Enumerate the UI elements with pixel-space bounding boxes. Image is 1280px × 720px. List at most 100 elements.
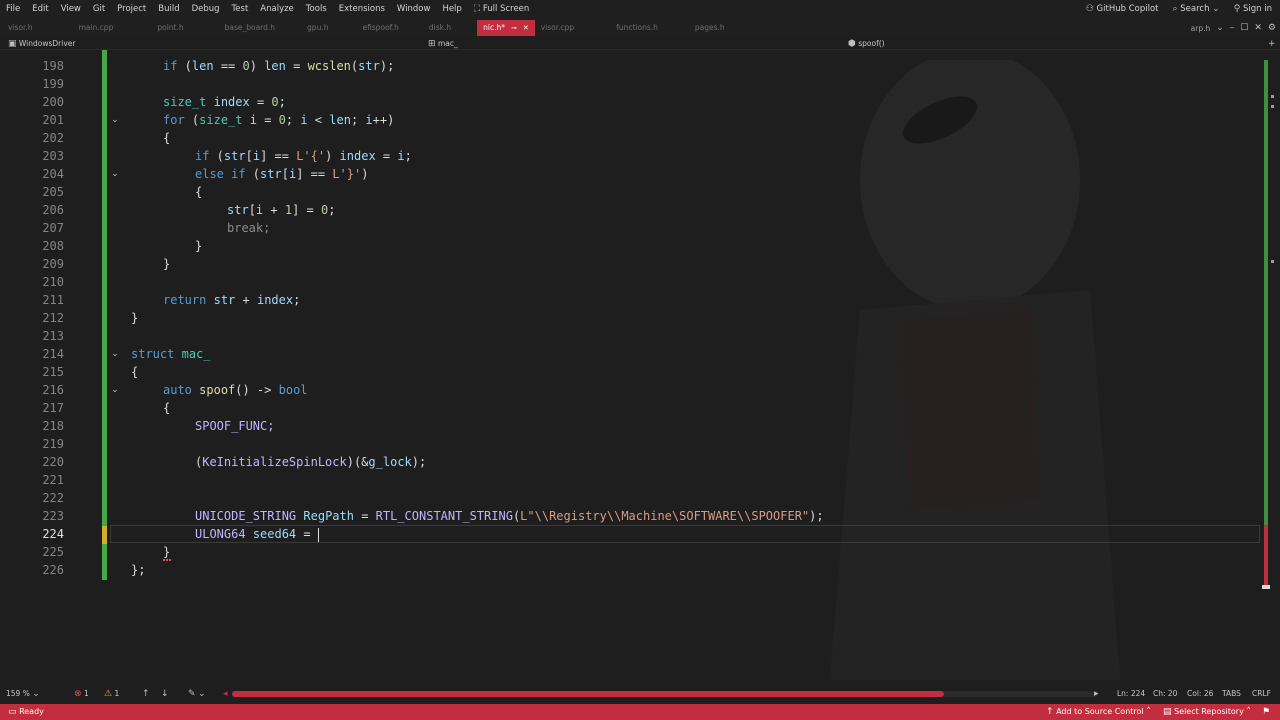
signin-button[interactable]: ⚲ Sign in bbox=[1234, 4, 1272, 14]
minimize-icon[interactable]: – bbox=[1230, 23, 1235, 33]
scrollbar-thumb[interactable] bbox=[1262, 585, 1270, 589]
fold-icon[interactable]: ⌄ bbox=[110, 111, 120, 129]
settings-icon[interactable]: ⚙ bbox=[1268, 23, 1276, 33]
tab-nic-h[interactable]: nic.h* ⊸ ✕ bbox=[477, 20, 535, 36]
menu-window[interactable]: Window bbox=[391, 0, 437, 18]
pin-icon[interactable]: ⊸ bbox=[511, 24, 517, 32]
line-number: 216 bbox=[42, 383, 64, 397]
code-line-205: { bbox=[195, 185, 203, 199]
scope-dropdown[interactable]: ⊞ mac_ bbox=[428, 37, 458, 51]
down-arrow-icon: ↓ bbox=[161, 689, 169, 699]
token: SPOOF_FUNC; bbox=[195, 419, 275, 433]
menubar-right: ⚇ GitHub Copilot ⌕ Search ⌄ ⚲ Sign in bbox=[1086, 0, 1272, 18]
scroll-left-button[interactable]: ◂ bbox=[223, 686, 228, 702]
up-arrow-icon: ↑ bbox=[1046, 707, 1054, 717]
project-label: WindowsDriver bbox=[18, 39, 76, 48]
fold-icon[interactable]: ⌄ bbox=[110, 165, 120, 183]
line-ending[interactable]: CRLF bbox=[1252, 686, 1271, 702]
line-indicator[interactable]: Ln: 224 bbox=[1117, 686, 1145, 702]
add-to-source-control-button[interactable]: ↑ Add to Source Control ˄ bbox=[1046, 704, 1151, 720]
signin-label: Sign in bbox=[1243, 4, 1272, 14]
menu-git[interactable]: Git bbox=[87, 0, 111, 18]
menu-edit[interactable]: Edit bbox=[26, 0, 54, 18]
fullscreen-button[interactable]: ⛶ Full Screen bbox=[468, 0, 535, 18]
chevron-down-icon[interactable]: ⌄ bbox=[1216, 23, 1224, 33]
zoom-dropdown[interactable]: 159 % ⌄ bbox=[6, 686, 40, 702]
close-icon[interactable]: ✕ bbox=[1254, 23, 1262, 33]
select-repository-button[interactable]: ▤ Select Repository ˄ bbox=[1163, 704, 1251, 720]
menu-analyze[interactable]: Analyze bbox=[254, 0, 300, 18]
tab-point-h[interactable]: point.h bbox=[151, 20, 189, 36]
member-dropdown[interactable]: ⬢ spoof() bbox=[848, 37, 885, 51]
tab-functions-h[interactable]: functions.h bbox=[610, 20, 664, 36]
ready-label: Ready bbox=[19, 707, 44, 716]
menu-project[interactable]: Project bbox=[111, 0, 152, 18]
menu-view[interactable]: View bbox=[55, 0, 87, 18]
change-indicator-saved bbox=[102, 544, 107, 580]
line-number: 211 bbox=[42, 293, 64, 307]
editor-status-row: 159 % ⌄ ⊗ 1 ⚠ 1 ↑ ↓ ✎ ⌄ ◂ ▸ Ln: 224 Ch: … bbox=[0, 686, 1280, 704]
code-line-207: break; bbox=[131, 219, 270, 237]
code-cleanup-button[interactable]: ✎ ⌄ bbox=[188, 686, 205, 702]
tab-arp-h[interactable]: arp.h bbox=[1191, 24, 1211, 33]
menu-debug[interactable]: Debug bbox=[186, 0, 226, 18]
menu-test[interactable]: Test bbox=[226, 0, 255, 18]
warning-count[interactable]: ⚠ 1 bbox=[104, 686, 119, 702]
right-arrow-icon: ▸ bbox=[1094, 689, 1099, 699]
search-button[interactable]: ⌕ Search ⌄ bbox=[1173, 4, 1220, 14]
chevron-down-icon: ⌄ bbox=[32, 689, 40, 699]
code-line-200: size_t index = 0; bbox=[163, 95, 286, 109]
line-number: 201 bbox=[42, 113, 64, 127]
background-image bbox=[830, 60, 1120, 680]
split-button[interactable]: + bbox=[1268, 37, 1276, 51]
tab-gpu-h[interactable]: gpu.h bbox=[301, 20, 334, 36]
tab-visor-h[interactable]: visor.h bbox=[2, 20, 39, 36]
tab-base-board-h[interactable]: base_board.h bbox=[219, 20, 281, 36]
next-issue-button[interactable]: ↓ bbox=[161, 686, 169, 702]
menu-help[interactable]: Help bbox=[436, 0, 467, 18]
line-number: 221 bbox=[42, 473, 64, 487]
line-number: 222 bbox=[42, 491, 64, 505]
maximize-icon[interactable]: ☐ bbox=[1240, 23, 1248, 33]
search-icon: ⌕ bbox=[1172, 4, 1178, 14]
line-number: 212 bbox=[42, 311, 64, 325]
code-line-224[interactable]: ULONG64 seed64 = bbox=[131, 525, 319, 543]
horizontal-scrollbar-thumb[interactable] bbox=[232, 691, 944, 697]
scope-label: mac_ bbox=[437, 39, 458, 48]
copilot-button[interactable]: ⚇ GitHub Copilot bbox=[1086, 4, 1159, 14]
menu-build[interactable]: Build bbox=[152, 0, 185, 18]
menu-extensions[interactable]: Extensions bbox=[333, 0, 391, 18]
tab-visor-cpp[interactable]: visor.cpp bbox=[535, 20, 580, 36]
prev-issue-button[interactable]: ↑ bbox=[142, 686, 150, 702]
menu-tools[interactable]: Tools bbox=[300, 0, 333, 18]
tab-pages-h[interactable]: pages.h bbox=[689, 20, 731, 36]
notifications-button[interactable]: ⚑ bbox=[1262, 704, 1270, 720]
code-line-198: if (len == 0) len = wcslen(str); bbox=[163, 59, 395, 73]
error-count[interactable]: ⊗ 1 bbox=[74, 686, 89, 702]
code-line-215: { bbox=[131, 365, 139, 379]
column-indicator[interactable]: Col: 26 bbox=[1187, 686, 1213, 702]
code-line-208: } bbox=[195, 239, 203, 253]
person-icon: ⚲ bbox=[1233, 4, 1241, 14]
project-dropdown[interactable]: ▣ WindowsDriver bbox=[8, 37, 75, 51]
vertical-scrollbar[interactable] bbox=[1262, 50, 1270, 686]
tab-main-cpp[interactable]: main.cpp bbox=[73, 20, 120, 36]
error-count-label: 1 bbox=[83, 689, 89, 698]
menu-file[interactable]: File bbox=[0, 0, 26, 18]
code-editor[interactable]: 198 199 200 201 202 203 204 205 206 207 208 209 210 2… bbox=[0, 50, 1280, 686]
copilot-icon: ⚇ bbox=[1085, 4, 1094, 14]
scroll-right-button[interactable]: ▸ bbox=[1094, 686, 1099, 702]
fold-icon[interactable]: ⌄ bbox=[110, 345, 120, 363]
fold-icon[interactable]: ⌄ bbox=[110, 381, 120, 399]
indent-mode[interactable]: TABS bbox=[1222, 686, 1241, 702]
code-line-217: { bbox=[163, 401, 171, 415]
code-line-204: else if (str[i] == L'}') bbox=[195, 167, 369, 181]
token: if bbox=[163, 59, 178, 73]
line-number: 205 bbox=[42, 185, 64, 199]
horizontal-scrollbar[interactable] bbox=[232, 691, 1097, 697]
tab-efispoof-h[interactable]: efispoof.h bbox=[356, 20, 404, 36]
close-icon[interactable]: ✕ bbox=[523, 24, 529, 32]
line-number: 217 bbox=[42, 401, 64, 415]
char-indicator[interactable]: Ch: 20 bbox=[1153, 686, 1177, 702]
tab-disk-h[interactable]: disk.h bbox=[423, 20, 457, 36]
